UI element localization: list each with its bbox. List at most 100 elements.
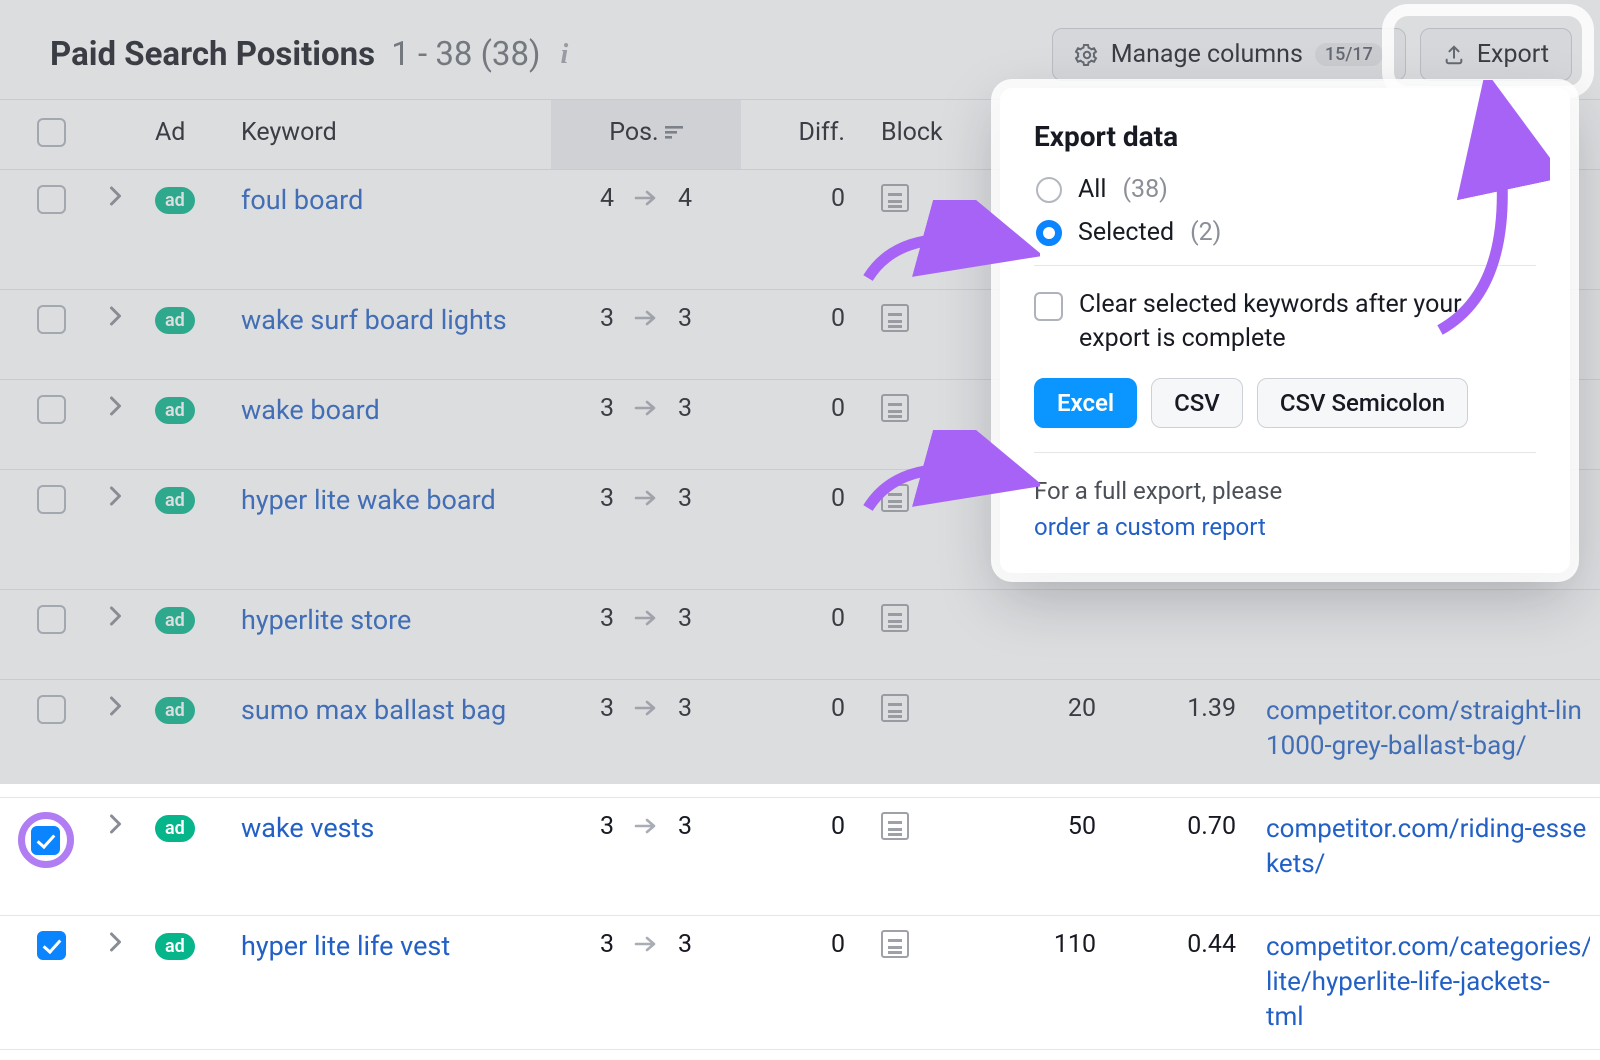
chevron-right-icon[interactable] [109,304,122,333]
order-custom-report-link[interactable]: order a custom report [1034,513,1266,541]
block-icon[interactable] [881,930,909,958]
pos-from: 3 [600,304,614,333]
export-option-all[interactable]: All (38) [1036,175,1536,204]
chevron-right-icon[interactable] [109,694,122,723]
radio-icon [1036,177,1062,203]
ad-badge: ad [155,933,195,960]
pos-to: 3 [678,930,692,959]
col-ad[interactable]: Ad [145,100,231,170]
info-icon[interactable]: i [560,39,568,71]
chevron-right-icon[interactable] [109,394,122,423]
export-csv-button[interactable]: CSV [1151,378,1243,428]
pos-to: 3 [678,604,692,633]
export-excel-button[interactable]: Excel [1034,378,1137,428]
block-icon[interactable] [881,394,909,422]
export-button[interactable]: Export [1420,28,1572,81]
arrow-right-icon [634,812,658,841]
chevron-right-icon[interactable] [109,484,122,513]
block-icon[interactable] [881,694,909,722]
col-keyword[interactable]: Keyword [231,100,551,170]
position-cell: 33 [600,304,692,333]
result-url-link[interactable]: competitor.com/straight-lin 1000-grey-ba… [1266,694,1590,764]
pos-to: 3 [678,812,692,841]
diff-value: 0 [831,184,845,213]
position-cell: 33 [600,604,692,633]
pos-to: 3 [678,394,692,423]
col-diff[interactable]: Diff. [741,100,871,170]
position-cell: 33 [600,394,692,423]
position-cell: 33 [600,694,692,723]
keyword-link[interactable]: foul board [241,184,363,216]
position-cell: 44 [600,184,692,213]
chevron-right-icon[interactable] [109,604,122,633]
table-row: adsumo max ballast bag330201.39competito… [0,680,1600,798]
row-checkbox[interactable] [37,485,66,514]
keyword-link[interactable]: wake surf board lights [241,304,507,336]
diff-value: 0 [831,930,845,959]
popover-footer: For a full export, please order a custom… [1034,452,1536,545]
arrow-right-icon [634,604,658,633]
row-checkbox[interactable] [37,695,66,724]
block-icon[interactable] [881,604,909,632]
pos-from: 3 [600,930,614,959]
pos-to: 3 [678,694,692,723]
row-checkbox[interactable] [31,826,60,855]
row-checkbox[interactable] [37,185,66,214]
row-checkbox[interactable] [37,305,66,334]
result-url-link[interactable]: competitor.com/riding-esse kets/ [1266,812,1590,882]
keyword-link[interactable]: sumo max ballast bag [241,694,506,726]
ad-badge: ad [155,397,195,424]
row-checkbox[interactable] [37,395,66,424]
opt-all-label: All [1078,175,1106,204]
ad-badge: ad [155,187,195,214]
keyword-link[interactable]: wake vests [241,812,374,844]
chevron-right-icon[interactable] [109,812,122,841]
page-title: Paid Search Positions 1 - 38 (38) [50,35,540,74]
block-icon[interactable] [881,184,909,212]
ad-badge: ad [155,307,195,334]
col-pos[interactable]: Pos. [551,100,741,170]
chevron-right-icon[interactable] [109,930,122,959]
position-cell: 33 [600,812,692,841]
row-checkbox[interactable] [37,605,66,634]
format-row: Excel CSV CSV Semicolon [1034,378,1536,428]
keyword-link[interactable]: wake board [241,394,380,426]
arrow-right-icon [634,394,658,423]
keyword-link[interactable]: hyperlite store [241,604,411,636]
export-popover: Export data All (38) Selected (2) Clear … [1000,88,1570,573]
keyword-link[interactable]: hyper lite wake board [241,484,496,516]
divider [1034,265,1536,266]
manage-columns-button[interactable]: Manage columns 15/17 [1052,28,1406,81]
arrow-right-icon [634,930,658,959]
title-main: Paid Search Positions [50,35,375,74]
pos-to: 3 [678,484,692,513]
position-cell: 33 [600,484,692,513]
keyword-link[interactable]: hyper lite life vest [241,930,450,962]
export-option-selected[interactable]: Selected (2) [1036,218,1536,247]
block-icon[interactable] [881,304,909,332]
block-icon[interactable] [881,484,909,512]
row-checkbox[interactable] [37,931,66,960]
block-icon[interactable] [881,812,909,840]
ad-badge: ad [155,697,195,724]
export-csv-semicolon-button[interactable]: CSV Semicolon [1257,378,1468,428]
chevron-right-icon[interactable] [109,184,122,213]
popover-title: Export data [1034,120,1536,153]
toolbar: Paid Search Positions 1 - 38 (38) i Mana… [0,0,1600,99]
diff-value: 0 [831,812,845,841]
checkbox-halo [18,812,74,868]
diff-value: 0 [831,484,845,513]
cpc-cell: 0.70 [1126,798,1256,916]
table-row: adhyperlite store330 [0,590,1600,680]
arrow-right-icon [634,484,658,513]
pos-to: 4 [678,184,692,213]
upload-icon [1443,44,1465,66]
diff-value: 0 [831,304,845,333]
result-url-link[interactable]: competitor.com/categories/ lite/hyperlit… [1266,930,1590,1035]
clear-after-export[interactable]: Clear selected keywords after your expor… [1034,288,1536,356]
pos-from: 3 [600,694,614,723]
arrow-right-icon [634,184,658,213]
col-block[interactable]: Block [871,100,986,170]
select-all-checkbox[interactable] [37,118,66,147]
pos-from: 4 [600,184,614,213]
